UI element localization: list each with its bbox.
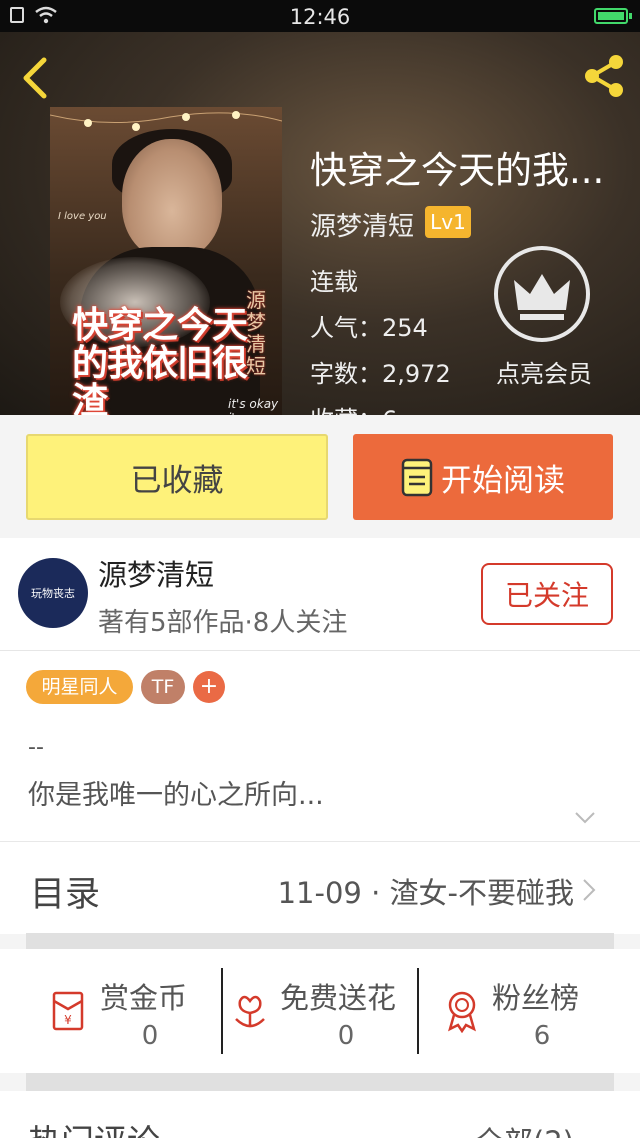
favorites-stat: 收藏：6	[310, 400, 397, 415]
toc-label: 目录	[30, 875, 101, 915]
hot-comments-header[interactable]: 热门评论 全部(2)	[0, 1091, 640, 1138]
book-icon	[401, 458, 433, 497]
svg-text:¥: ¥	[64, 1013, 72, 1027]
reward-coins-value: 0	[141, 1021, 159, 1051]
author-info: 著有5部作品·8人关注	[98, 608, 348, 638]
book-author[interactable]: 源梦清短	[310, 206, 414, 243]
chevron-right-icon	[583, 879, 596, 901]
free-flowers-item[interactable]: 免费送花 0	[224, 949, 416, 1073]
vip-button[interactable]	[494, 246, 590, 342]
divider	[417, 968, 419, 1054]
start-reading-label: 开始阅读	[441, 462, 565, 499]
add-tag-button[interactable]: +	[193, 671, 225, 703]
book-title: 快穿之今天的我...	[310, 149, 605, 192]
book-intro-section: 明星同人 TF + -- 你是我唯一的心之所向...	[0, 651, 640, 841]
popularity-stat: 人气：254	[310, 314, 428, 342]
crown-icon	[514, 274, 570, 320]
cover-figure-face	[122, 139, 222, 259]
flower-icon	[235, 995, 265, 1028]
section-divider	[26, 933, 614, 949]
favorited-button[interactable]: 已收藏	[26, 434, 328, 520]
section-divider	[26, 1073, 614, 1091]
cover-title: 快穿之今天的我依旧很渣	[72, 305, 248, 416]
back-icon[interactable]	[16, 54, 56, 102]
free-flowers-label: 免费送花	[280, 981, 397, 1015]
intro-dash: --	[28, 735, 44, 760]
battery-icon	[594, 8, 632, 24]
reward-coins-label: 赏金币	[100, 981, 188, 1015]
favorited-label: 已收藏	[130, 462, 224, 499]
author-name[interactable]: 源梦清短	[98, 552, 214, 594]
book-cover[interactable]: I love you 快穿之今天的我依旧很渣 源梦清短 it's okay i'…	[50, 107, 282, 415]
tag-tf[interactable]: TF	[141, 670, 185, 704]
share-icon[interactable]	[580, 52, 628, 100]
chevron-down-icon[interactable]	[574, 811, 596, 825]
book-status: 连载	[310, 268, 358, 296]
cover-caption: I love you	[58, 211, 107, 222]
support-section: ¥ 赏金币 0 免费送花 0 粉丝榜 6	[0, 949, 640, 1073]
avatar[interactable]: 玩物丧志	[18, 558, 88, 628]
clock: 12:46	[289, 5, 351, 29]
cover-author: 源梦清短	[246, 288, 266, 378]
all-comments-link[interactable]: 全部(2)	[475, 1119, 574, 1138]
fan-ranking-label: 粉丝榜	[492, 981, 580, 1015]
following-button[interactable]: 已关注	[481, 563, 613, 625]
intro-text[interactable]: 你是我唯一的心之所向...	[28, 773, 324, 812]
start-reading-button[interactable]: 开始阅读	[353, 434, 613, 520]
reward-coins-item[interactable]: ¥ 赏金币 0	[0, 949, 222, 1073]
table-of-contents-row[interactable]: 目录 11-09 · 渣女-不要碰我	[0, 841, 640, 934]
word-count-stat: 字数：2,972	[310, 360, 451, 388]
status-bar: 12:46	[0, 0, 640, 32]
vip-label[interactable]: 点亮会员	[484, 354, 604, 389]
medal-icon	[448, 991, 476, 1033]
free-flowers-value: 0	[337, 1021, 355, 1051]
tag-celebrity-fanfic[interactable]: 明星同人	[26, 670, 133, 704]
hot-comments-label: 热门评论	[28, 1115, 160, 1138]
level-badge: Lv1	[425, 206, 471, 238]
cover-okay-text: it's okay i'm fine...	[228, 397, 279, 415]
fan-ranking-value: 6	[533, 1021, 551, 1051]
divider	[221, 968, 223, 1054]
latest-chapter: 11-09 · 渣女-不要碰我	[277, 876, 574, 910]
red-envelope-icon: ¥	[52, 991, 84, 1031]
book-header: 12:46 I love you 快穿之今天的我依旧很渣 源梦清短 it's o…	[0, 0, 640, 415]
author-card[interactable]: 玩物丧志 源梦清短 著有5部作品·8人关注 已关注	[0, 538, 640, 651]
fan-ranking-item[interactable]: 粉丝榜 6	[420, 949, 640, 1073]
